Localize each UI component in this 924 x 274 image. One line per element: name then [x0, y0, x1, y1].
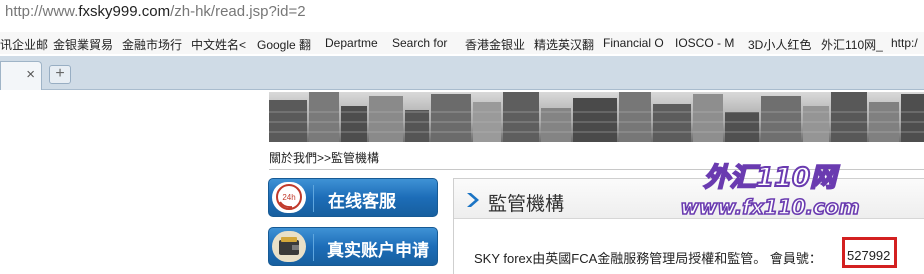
button-separator — [313, 185, 314, 212]
bookmark-item[interactable]: 外汇110网_ — [821, 36, 883, 53]
breadcrumb[interactable]: 關於我們>>監管機構 — [269, 149, 379, 166]
url-prefix: http://www. — [5, 3, 79, 20]
bookmark-item[interactable]: 香港金银业 — [465, 36, 525, 53]
bookmark-item[interactable]: Financial O — [603, 36, 664, 50]
address-bar[interactable]: http://www.fxsky999.com/zh-hk/read.jsp?i… — [0, 0, 924, 26]
bookmark-item[interactable]: http:/ — [891, 36, 918, 50]
bookmark-item[interactable]: 讯企业邮 — [0, 36, 48, 53]
regulation-statement: SKY forex由英國FCA金融服務管理局授權和監管。 會員號： — [474, 251, 822, 266]
url-path: /zh-hk/read.jsp?id=2 — [170, 3, 306, 20]
button-separator — [313, 234, 314, 261]
watermark-line1: 外汇110网 — [704, 163, 840, 193]
close-icon[interactable]: × — [26, 67, 35, 82]
city-skyline-graphic — [269, 92, 924, 142]
page-content: 關於我們>>監管機構 24h 在线客服 真实账户申请 監管機構 SKY fore… — [0, 90, 924, 274]
new-tab-button[interactable]: + — [49, 65, 71, 84]
real-account-button[interactable]: 真实账户申请 — [268, 227, 438, 266]
chevron-right-icon — [467, 193, 479, 207]
bookmark-item[interactable]: 金银業貿易 — [53, 36, 113, 53]
url-text[interactable]: http://www.fxsky999.com/zh-hk/read.jsp?i… — [5, 3, 306, 20]
support-icon-text: 24h — [282, 193, 295, 202]
banner-image — [269, 92, 924, 142]
bookmarks-bar: 讯企业邮 金银業貿易 金融市场行 中文姓名< Google 翻 Departme… — [0, 32, 924, 54]
member-number: 527992 — [847, 248, 891, 263]
bookmark-item[interactable]: Departme — [325, 36, 378, 50]
bookmark-item[interactable]: Google 翻 — [257, 36, 311, 53]
bookmark-item[interactable]: 中文姓名< — [191, 36, 246, 53]
panel-title: 監管機構 — [488, 194, 565, 215]
watermark-line2: www.fx110.com — [680, 195, 859, 219]
fx110-watermark-logo: 外汇110网 www.fx110.com — [680, 162, 860, 220]
tab-active[interactable]: × — [0, 61, 42, 90]
bookmark-item[interactable]: Search for — [392, 36, 447, 50]
wallet-icon — [272, 231, 306, 262]
bookmark-item[interactable]: IOSCO - M — [675, 36, 734, 50]
real-account-label: 真实账户申请 — [327, 241, 429, 260]
tab-strip: × + — [0, 56, 924, 90]
online-service-button[interactable]: 24h 在线客服 — [268, 178, 438, 217]
bookmark-item[interactable]: 3D小人红色 — [748, 36, 811, 53]
support-24h-icon: 24h — [272, 182, 306, 213]
online-service-label: 在线客服 — [328, 192, 396, 211]
url-host: fxsky999.com — [78, 3, 171, 20]
bookmark-item[interactable]: 精选英汉翻 — [534, 36, 594, 53]
bookmark-item[interactable]: 金融市场行 — [122, 36, 182, 53]
